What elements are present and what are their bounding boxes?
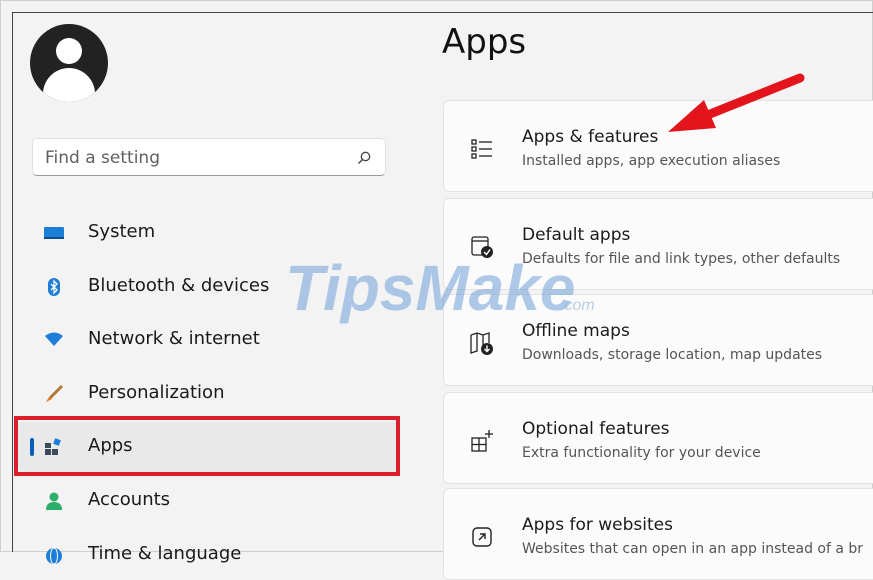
card-apps-for-websites[interactable]: Apps for websites Websites that can open… bbox=[443, 488, 873, 580]
sidebar-item-bluetooth[interactable]: Bluetooth & devices bbox=[18, 262, 398, 312]
search-icon bbox=[358, 151, 371, 164]
list-icon bbox=[471, 139, 492, 159]
card-title: Default apps bbox=[522, 225, 631, 245]
sidebar-item-label: Bluetooth & devices bbox=[88, 275, 270, 296]
sidebar-item-system[interactable]: System bbox=[18, 208, 398, 258]
monitor-icon bbox=[44, 227, 64, 239]
sidebar-item-label: Accounts bbox=[88, 489, 171, 510]
sidebar-item-time-language[interactable]: Time & language bbox=[18, 530, 398, 580]
sidebar-item-personalization[interactable]: Personalization bbox=[18, 369, 398, 419]
window-border-top bbox=[12, 12, 873, 13]
window-border-left bbox=[12, 12, 13, 552]
open-external-icon bbox=[472, 527, 492, 547]
avatar-body bbox=[43, 68, 95, 102]
person-icon bbox=[46, 492, 62, 510]
bluetooth-icon bbox=[48, 278, 60, 296]
wifi-icon bbox=[45, 332, 63, 346]
sidebar-item-label: Personalization bbox=[88, 382, 225, 403]
card-title: Apps for websites bbox=[522, 515, 673, 535]
user-avatar[interactable] bbox=[30, 24, 108, 102]
card-subtitle: Defaults for file and link types, other … bbox=[522, 251, 841, 267]
card-optional-features[interactable]: Optional features Extra functionality fo… bbox=[443, 392, 873, 484]
card-title: Offline maps bbox=[522, 321, 630, 341]
search-input[interactable]: Find a setting bbox=[32, 138, 386, 176]
sidebar-item-label: System bbox=[88, 221, 156, 242]
annotation-arrow bbox=[668, 73, 805, 132]
page-title: Apps bbox=[442, 22, 527, 62]
sidebar-item-network[interactable]: Network & internet bbox=[18, 315, 398, 365]
card-subtitle: Installed apps, app execution aliases bbox=[522, 153, 781, 169]
card-subtitle: Downloads, storage location, map updates bbox=[522, 347, 823, 363]
card-title: Apps & features bbox=[522, 127, 659, 147]
sidebar-item-label: Network & internet bbox=[88, 328, 260, 349]
card-default-apps[interactable]: Default apps Defaults for file and link … bbox=[443, 198, 873, 290]
avatar-head bbox=[56, 38, 82, 64]
sidebar-item-label: Time & language bbox=[88, 543, 242, 564]
default-apps-icon bbox=[471, 236, 493, 258]
card-subtitle: Extra functionality for your device bbox=[522, 445, 761, 461]
search-placeholder: Find a setting bbox=[45, 148, 160, 168]
card-offline-maps[interactable]: Offline maps Downloads, storage location… bbox=[443, 294, 873, 386]
card-title: Optional features bbox=[522, 419, 670, 439]
card-subtitle: Websites that can open in an app instead… bbox=[522, 541, 864, 557]
globe-icon bbox=[46, 547, 62, 564]
grid-plus-icon bbox=[471, 430, 493, 452]
sidebar-item-accounts[interactable]: Accounts bbox=[18, 476, 398, 526]
map-download-icon bbox=[470, 332, 493, 355]
annotation-highlight-box bbox=[14, 416, 400, 476]
brush-icon bbox=[46, 385, 64, 402]
